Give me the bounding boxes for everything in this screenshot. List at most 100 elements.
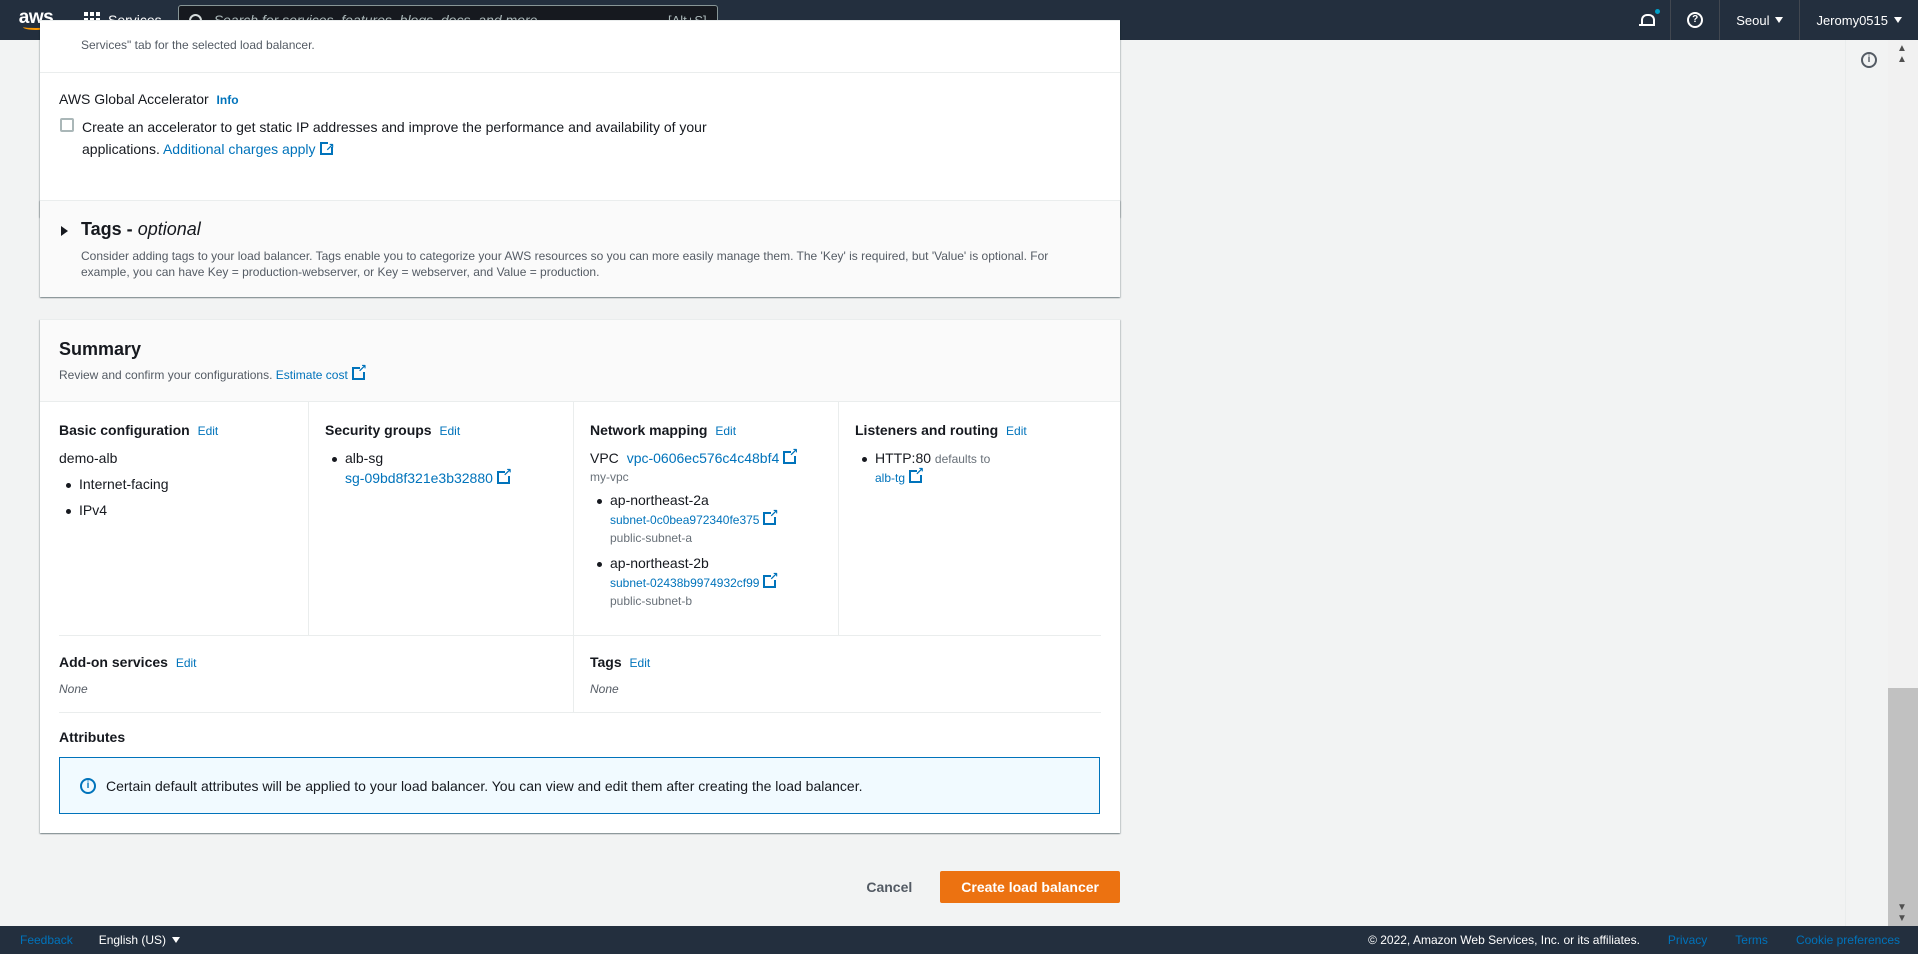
subnet-id: subnet-0c0bea972340fe375 xyxy=(610,513,760,527)
estimate-cost-link[interactable]: Estimate cost xyxy=(275,362,367,382)
subnet-list: ap-northeast-2a subnet-0c0bea972340fe375… xyxy=(590,492,822,608)
add-on-services-label: Add-on services xyxy=(59,654,168,670)
availability-zone: ap-northeast-2a xyxy=(610,492,709,508)
cancel-button[interactable]: Cancel xyxy=(858,873,920,901)
security-groups-title: Security groups Edit xyxy=(325,422,557,438)
attributes-alert-text: Certain default attributes will be appli… xyxy=(106,777,863,794)
estimate-cost-label: Estimate cost xyxy=(275,368,348,382)
list-item: alb-sg sg-09bd8f321e3b32880 xyxy=(325,450,557,486)
create-load-balancer-button[interactable]: Create load balancer xyxy=(940,871,1120,903)
language-selector[interactable]: English (US) xyxy=(98,933,181,947)
list-item: ap-northeast-2b subnet-02438b9974932cf99… xyxy=(590,555,822,608)
caret-down-icon xyxy=(1775,17,1784,23)
subnet-id-link[interactable]: subnet-02438b9974932cf99 xyxy=(610,570,822,590)
external-link-icon xyxy=(351,362,367,380)
tags-summary-section: Tags Edit None xyxy=(590,654,650,696)
external-link-icon xyxy=(763,570,778,588)
subnet-name: public-subnet-a xyxy=(610,531,693,545)
vpc-row: VPC vpc-0606ec576c4c48bf4 xyxy=(590,446,822,466)
expand-caret-icon[interactable] xyxy=(61,226,68,236)
defaults-to-text: defaults to xyxy=(934,452,991,466)
security-group-id-link[interactable]: sg-09bd8f321e3b32880 xyxy=(345,466,557,486)
subnet-name: public-subnet-b xyxy=(610,594,693,608)
tags-panel: Tags - optional Consider adding tags to … xyxy=(40,200,1120,297)
help-button[interactable]: ? xyxy=(1670,0,1719,40)
summary-description: Review and confirm your configurations. … xyxy=(59,362,367,382)
listener-protocol: HTTP:80 xyxy=(875,450,932,466)
terms-link[interactable]: Terms xyxy=(1735,933,1768,947)
footer-right: © 2022, Amazon Web Services, Inc. or its… xyxy=(1368,933,1918,947)
feedback-link[interactable]: Feedback xyxy=(20,933,73,947)
account-menu[interactable]: Jeromy0515 xyxy=(1799,0,1918,40)
listeners-routing-title: Listeners and routing Edit xyxy=(855,422,1087,438)
security-group-id: sg-09bd8f321e3b32880 xyxy=(345,470,493,486)
edit-security-groups-link[interactable]: Edit xyxy=(439,424,460,438)
summary-header: Summary Review and confirm your configur… xyxy=(40,320,1120,402)
divider xyxy=(40,72,1120,73)
security-groups-label: Security groups xyxy=(325,422,432,438)
scroll-up-icon[interactable]: ▲ xyxy=(1897,43,1907,54)
footer: Feedback English (US) © 2022, Amazon Web… xyxy=(0,926,1918,954)
external-link-icon xyxy=(496,466,512,484)
global-accelerator-checkbox[interactable] xyxy=(60,118,74,132)
global-accelerator-panel: Services" tab for the selected load bala… xyxy=(40,20,1120,217)
privacy-link[interactable]: Privacy xyxy=(1668,933,1707,947)
additional-charges-label: Additional charges apply xyxy=(162,141,316,157)
region-label: Seoul xyxy=(1736,12,1770,28)
edit-basic-configuration-link[interactable]: Edit xyxy=(198,424,219,438)
basic-configuration-title: Basic configuration Edit xyxy=(59,422,292,438)
additional-charges-link[interactable]: Additional charges apply xyxy=(162,137,335,159)
notifications-button[interactable] xyxy=(1624,0,1670,40)
listeners-routing-label: Listeners and routing xyxy=(855,422,999,438)
summary-description-text: Review and confirm your configurations. xyxy=(59,368,273,382)
account-label: Jeromy0515 xyxy=(1816,12,1888,28)
tags-title-optional: optional xyxy=(137,219,201,239)
vpc-name: my-vpc xyxy=(590,470,629,484)
load-balancer-name: demo-alb xyxy=(59,450,118,466)
network-mapping-column: Network mapping Edit VPC vpc-0606ec576c4… xyxy=(573,402,838,635)
listeners-list: HTTP:80 defaults to alb-tg xyxy=(855,450,1087,485)
vpc-id: vpc-0606ec576c4c48bf4 xyxy=(626,450,780,466)
edit-tags-link[interactable]: Edit xyxy=(630,656,651,670)
region-selector[interactable]: Seoul xyxy=(1719,0,1799,40)
cookie-preferences-link[interactable]: Cookie preferences xyxy=(1796,933,1900,947)
edit-network-mapping-link[interactable]: Edit xyxy=(715,424,736,438)
summary-panel: Summary Review and confirm your configur… xyxy=(40,319,1120,833)
subnet-id: subnet-02438b9974932cf99 xyxy=(610,576,760,590)
scroll-up-icon[interactable]: ▲ xyxy=(1897,54,1907,65)
external-link-icon xyxy=(783,446,798,464)
edit-add-on-services-link[interactable]: Edit xyxy=(176,656,197,670)
vpc-id-link[interactable]: vpc-0606ec576c4c48bf4 xyxy=(626,446,799,466)
caret-down-icon xyxy=(172,937,181,943)
info-icon[interactable]: i xyxy=(1861,52,1877,68)
caret-down-icon xyxy=(1894,17,1902,23)
target-group-link[interactable]: alb-tg xyxy=(875,465,1087,485)
tags-summary-value: None xyxy=(590,682,619,696)
scroll-down-icon[interactable]: ▼ xyxy=(1897,913,1907,924)
divider xyxy=(59,635,1101,636)
info-link[interactable]: Info xyxy=(217,93,239,107)
info-icon: i xyxy=(80,777,96,794)
form-actions: Cancel Create load balancer xyxy=(40,871,1120,903)
tags-summary-label: Tags xyxy=(590,654,622,670)
copyright-text: © 2022, Amazon Web Services, Inc. or its… xyxy=(1368,933,1640,947)
list-item: IPv4 xyxy=(59,502,292,518)
add-on-services-title: Add-on services Edit xyxy=(59,654,197,670)
availability-zone: ap-northeast-2b xyxy=(610,555,709,571)
help-icon: ? xyxy=(1687,12,1704,28)
list-item: HTTP:80 defaults to alb-tg xyxy=(855,450,1087,485)
integrated-services-note: Services" tab for the selected load bala… xyxy=(81,38,315,52)
language-label: English (US) xyxy=(98,933,167,947)
subnet-id-link[interactable]: subnet-0c0bea972340fe375 xyxy=(610,507,822,527)
edit-listeners-link[interactable]: Edit xyxy=(1006,424,1027,438)
listeners-routing-column: Listeners and routing Edit HTTP:80 defau… xyxy=(838,402,1103,635)
attributes-title: Attributes xyxy=(59,729,126,745)
page-scrollbar[interactable]: ▲ ▲ ▼ ▼ xyxy=(1888,40,1918,944)
scroll-down-icon[interactable]: ▼ xyxy=(1897,902,1907,913)
target-group-name: alb-tg xyxy=(875,471,906,485)
nav-right-group: ? Seoul Jeromy0515 xyxy=(1624,0,1918,40)
global-accelerator-text: Create an accelerator to get static IP a… xyxy=(82,116,762,160)
security-group-name: alb-sg xyxy=(345,450,384,466)
global-accelerator-title: AWS Global Accelerator Info xyxy=(59,91,239,107)
tags-panel-title[interactable]: Tags - optional xyxy=(81,219,201,240)
